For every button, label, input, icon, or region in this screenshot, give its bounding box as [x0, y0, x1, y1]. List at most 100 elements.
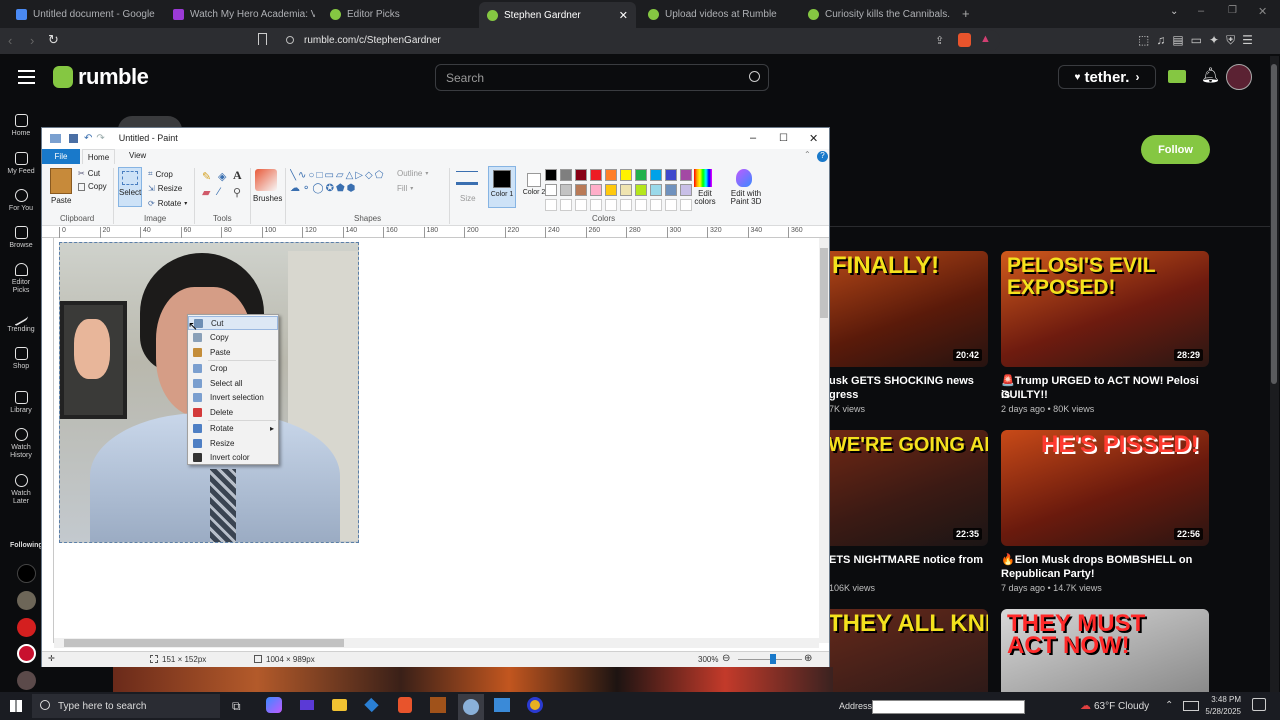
video-title-line2[interactable]: Republican Party!	[1001, 567, 1095, 581]
upload-icon[interactable]	[1168, 70, 1186, 83]
follow-button[interactable]: Follow	[1141, 135, 1210, 164]
color-swatch[interactable]	[575, 169, 587, 181]
sidebar-item-trending[interactable]: Trending	[0, 306, 42, 334]
magnifier-icon[interactable]: ⚲	[233, 186, 241, 199]
rumble-logo-icon[interactable]	[53, 66, 73, 88]
zoom-out-icon[interactable]: ⊖	[722, 653, 730, 664]
close-window-icon[interactable]: ✕	[1258, 5, 1267, 18]
shapes-gallery[interactable]: ╲∿○□▭▱△▷◇⬠⬡☆↑↓→←✦✧☁⚬◯✪⬟⬢	[290, 169, 386, 207]
context-menu-item-select-all[interactable]: Select all	[188, 376, 278, 390]
browser-tab-curiosity[interactable]: Curiosity kills the Cannibals.	[800, 3, 960, 25]
sidebar-item-watch-later[interactable]: Watch Later	[0, 474, 42, 506]
context-menu-item-resize[interactable]: Resize	[188, 436, 278, 450]
color-swatch[interactable]	[680, 184, 692, 196]
color-swatch[interactable]	[650, 184, 662, 196]
clock-time[interactable]: 3:48 PM	[1205, 695, 1241, 704]
context-menu-item-invert-color[interactable]: Invert color	[188, 451, 278, 465]
minimize-icon[interactable]: –	[750, 132, 756, 144]
color-swatch[interactable]	[605, 184, 617, 196]
avatar[interactable]	[1226, 64, 1252, 90]
hamburger-menu-icon[interactable]	[18, 70, 35, 72]
collapse-ribbon-icon[interactable]: ⌃	[804, 150, 811, 159]
vertical-scrollbar[interactable]	[819, 238, 829, 643]
clock-date[interactable]: 5/28/2025	[1199, 707, 1241, 716]
rotate-button[interactable]: ⟳ Rotate ▾	[148, 199, 187, 208]
new-tab-icon[interactable]: +	[962, 6, 970, 21]
url-field[interactable]: rumble.com/c/StephenGardner	[280, 30, 1000, 51]
app-icon[interactable]	[494, 698, 510, 712]
video-thumbnail[interactable]: HE'S PISSED! 22:56	[1001, 430, 1209, 546]
copilot-icon[interactable]	[266, 697, 282, 713]
context-menu-item-rotate[interactable]: Rotate ▸	[188, 422, 278, 436]
following-avatar[interactable]	[17, 564, 36, 583]
fill-button[interactable]: Fill ▾	[397, 184, 413, 193]
task-view-icon[interactable]: ⧉	[232, 699, 241, 714]
address-input[interactable]	[872, 700, 1025, 714]
cut-button[interactable]: ✂ Cut	[78, 169, 100, 178]
custom-color-swatch[interactable]	[560, 199, 572, 211]
minimize-icon[interactable]: –	[1198, 5, 1204, 17]
tray-chevron-icon[interactable]: ⌃	[1165, 700, 1173, 711]
sidebar-item-library[interactable]: Library	[0, 391, 42, 415]
close-icon[interactable]: ✕	[619, 9, 628, 22]
windows-start-icon[interactable]	[10, 700, 22, 712]
fill-icon[interactable]: ◈	[218, 170, 226, 183]
edit-with-paint3d-button[interactable]: Edit with Paint 3D	[726, 190, 766, 206]
sidebar-item-home[interactable]: Home	[0, 114, 42, 138]
taskbar-search-input[interactable]: Type here to search	[32, 694, 220, 718]
undo-icon[interactable]: ↶	[84, 133, 92, 144]
crop-button[interactable]: ⌗ Crop	[148, 169, 173, 179]
color-swatch[interactable]	[665, 169, 677, 181]
following-avatar[interactable]	[17, 591, 36, 610]
custom-color-swatch[interactable]	[575, 199, 587, 211]
file-menu[interactable]: File	[42, 149, 80, 164]
paste-button[interactable]: Paste	[51, 196, 71, 205]
paint-taskbar-button[interactable]	[458, 694, 484, 720]
forward-icon[interactable]: ›	[30, 33, 34, 48]
video-thumbnail-row[interactable]	[113, 667, 833, 692]
text-tool-icon[interactable]: A	[233, 168, 242, 183]
rewards-icon[interactable]: ▲	[980, 33, 991, 45]
extensions-icons[interactable]: ⬚♫▤▭✦⛨☰	[1138, 33, 1260, 48]
video-thumbnail[interactable]: PELOSI'S EVIL EXPOSED! 28:29	[1001, 251, 1209, 367]
sidebar-item-my-feed[interactable]: My Feed	[0, 152, 42, 176]
following-avatar[interactable]	[17, 671, 36, 690]
view-tab[interactable]: View	[122, 151, 153, 160]
back-icon[interactable]: ‹	[8, 33, 12, 48]
video-title[interactable]: 🔥Elon Musk drops BOMBSHELL on	[1001, 553, 1211, 567]
eraser-icon[interactable]: ▰	[202, 186, 210, 199]
restore-icon[interactable]: ❐	[1228, 5, 1237, 16]
paint3d-icon[interactable]	[736, 169, 752, 187]
app-icon[interactable]	[527, 697, 543, 713]
color-swatch[interactable]	[635, 169, 647, 181]
context-menu-item-crop[interactable]: Crop	[188, 362, 278, 376]
video-title-line2[interactable]: GUILTY!!	[1001, 388, 1048, 402]
color2-button[interactable]: Color 2	[520, 166, 548, 208]
color-swatch[interactable]	[665, 184, 677, 196]
paint-canvas[interactable]	[54, 238, 819, 643]
edit-colors-icon[interactable]	[694, 169, 712, 187]
app-icon[interactable]	[300, 700, 314, 710]
color-swatch[interactable]	[635, 184, 647, 196]
help-icon[interactable]: ?	[817, 151, 828, 162]
context-menu-item-invert-selection[interactable]: Invert selection	[188, 391, 278, 405]
copy-button[interactable]: Copy	[78, 182, 107, 191]
context-menu-item-cut[interactable]: Cut	[188, 316, 278, 330]
custom-color-swatch[interactable]	[635, 199, 647, 211]
brave-shield-icon[interactable]	[958, 33, 971, 47]
redo-icon[interactable]: ↷	[96, 133, 104, 144]
save-icon[interactable]	[69, 133, 78, 143]
custom-color-swatch[interactable]	[680, 199, 692, 211]
reload-icon[interactable]: ↻	[48, 32, 59, 48]
color-swatch[interactable]	[620, 184, 632, 196]
network-icon[interactable]	[1183, 701, 1199, 711]
maximize-icon[interactable]: ☐	[779, 133, 788, 144]
custom-color-swatch[interactable]	[545, 199, 557, 211]
context-menu-item-paste[interactable]: Paste	[188, 345, 278, 359]
sidebar-item-browse[interactable]: Browse	[0, 226, 42, 250]
custom-color-swatch[interactable]	[620, 199, 632, 211]
color-swatch[interactable]	[560, 184, 572, 196]
custom-color-swatch[interactable]	[650, 199, 662, 211]
browser-tab-stephen-gardner[interactable]: Stephen Gardner ✕	[479, 2, 636, 28]
custom-color-swatch[interactable]	[665, 199, 677, 211]
